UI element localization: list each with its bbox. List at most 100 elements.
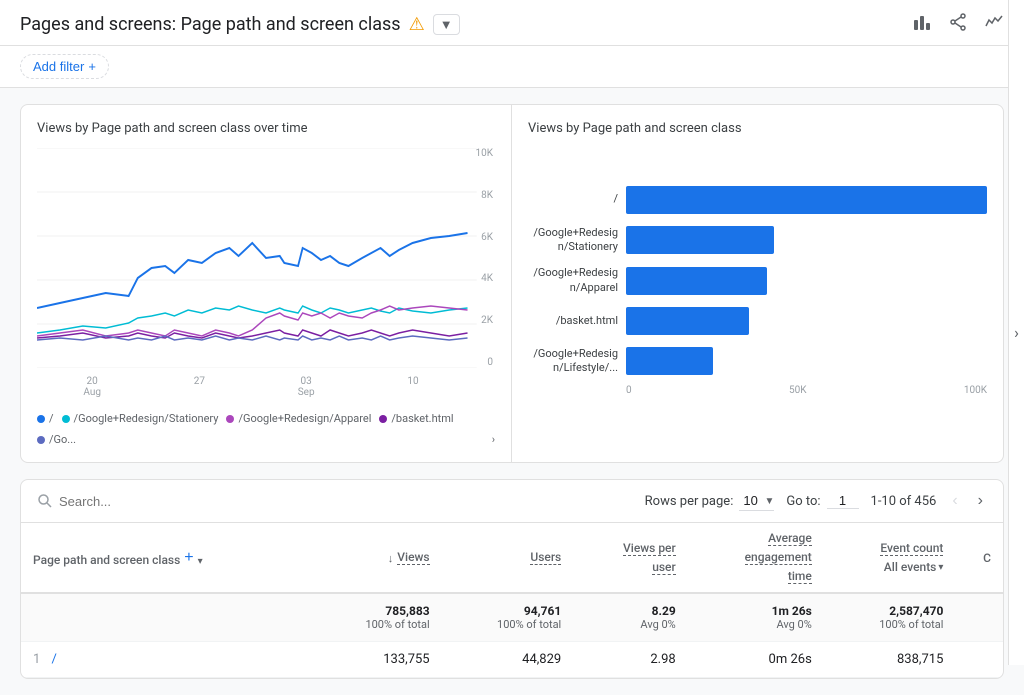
col-users: Users — [442, 523, 574, 593]
col-add-button[interactable]: + — [184, 549, 193, 567]
line-chart-area: 10K 8K 6K 4K 2K 0 20Aug 27 03Sep 10 — [37, 148, 495, 408]
bar-fill-stationery — [626, 226, 774, 254]
col-dropdown-icon[interactable]: ▾ — [198, 556, 203, 567]
add-filter-label: Add filter — [33, 59, 84, 74]
row-users: 44,829 — [442, 642, 574, 678]
row-views: 133,755 — [310, 642, 442, 678]
x-label-27: 27 — [194, 376, 205, 398]
add-filter-button[interactable]: Add filter + — [20, 54, 109, 79]
share-icon-button[interactable] — [948, 12, 968, 37]
bar-row-apparel: /Google+Redesign/Apparel — [528, 266, 987, 295]
title-row: Pages and screens: Page path and screen … — [20, 14, 460, 35]
totals-views: 785,883 100% of total — [310, 593, 442, 642]
search-input[interactable] — [59, 494, 259, 509]
col-views-per-user-label: Views per — [623, 541, 676, 556]
col-views-per-user-label2: user — [652, 560, 676, 575]
bar-row-lifestyle: /Google+Redesign/Lifestyle/... — [528, 347, 987, 376]
main-content: Views by Page path and screen class over… — [0, 88, 1024, 695]
totals-event-count: 2,587,470 100% of total — [824, 593, 956, 642]
table-row: 1 / 133,755 44,829 2.98 0m 26s 838,715 — [21, 642, 1003, 678]
page-range: 1-10 of 456 — [871, 494, 937, 509]
goto-label: Go to: — [786, 494, 820, 509]
x-label-aug20: 20Aug — [83, 376, 101, 398]
rows-per-page: Rows per page: 10 25 50 ▼ — [645, 491, 775, 511]
bar-chart-icon-button[interactable] — [912, 12, 932, 37]
rows-per-page-label: Rows per page: — [645, 494, 734, 509]
legend-item-root: / — [37, 412, 54, 425]
y-axis-labels: 10K 8K 6K 4K 2K 0 — [475, 148, 495, 368]
next-page-button[interactable]: › — [974, 488, 987, 514]
legend-item-basket: /basket.html — [379, 412, 453, 425]
x-label-sep03: 03Sep — [298, 376, 315, 398]
totals-label — [21, 593, 310, 642]
row-page-path: 1 / — [21, 642, 310, 678]
table-header-row: Page path and screen class + ▾ ↓ Views — [21, 523, 1003, 593]
legend-item-go: /Go... — [37, 433, 76, 446]
totals-extra — [955, 593, 1003, 642]
search-box — [37, 493, 259, 509]
goto-field: Go to: — [786, 493, 858, 509]
row-avg-engagement: 0m 26s — [688, 642, 824, 678]
header-icons — [912, 12, 1004, 37]
bar-fill-basket — [626, 307, 749, 335]
row-event-count: 838,715 — [824, 642, 956, 678]
totals-users: 94,761 100% of total — [442, 593, 574, 642]
totals-avg-engagement: 1m 26s Avg 0% — [688, 593, 824, 642]
col-avg-label1: Average — [768, 531, 812, 546]
col-views-label: Views — [397, 550, 429, 565]
add-filter-icon: + — [88, 59, 96, 74]
compare-icon-button[interactable] — [984, 12, 1004, 37]
page-title: Pages and screens: Page path and screen … — [20, 14, 401, 35]
col-extra-label: C — [983, 551, 991, 565]
bar-fill-apparel — [626, 267, 767, 295]
bar-fill-lifestyle — [626, 347, 713, 375]
totals-row: 785,883 100% of total 94,761 100% of tot… — [21, 593, 1003, 642]
line-chart-section: Views by Page path and screen class over… — [21, 105, 512, 462]
charts-row: Views by Page path and screen class over… — [20, 104, 1004, 463]
events-dropdown[interactable]: All events ▾ — [884, 560, 944, 574]
goto-input[interactable] — [827, 493, 859, 509]
col-event-count: Event count All events ▾ — [824, 523, 956, 593]
chart-legend: / /Google+Redesign/Stationery /Google+Re… — [37, 412, 495, 446]
legend-item-stationery: /Google+Redesign/Stationery — [62, 412, 219, 425]
filter-row: Add filter + — [0, 46, 1024, 88]
prev-page-button[interactable]: ‹ — [948, 488, 961, 514]
warning-icon: ⚠ — [409, 14, 425, 35]
bar-chart-title: Views by Page path and screen class — [528, 121, 987, 136]
col-page-path-label: Page path and screen class — [33, 553, 180, 567]
rows-per-page-select[interactable]: 10 25 50 — [739, 491, 774, 511]
line-chart-svg — [37, 148, 495, 368]
bar-row-basket: /basket.html — [528, 307, 987, 335]
table-section: Rows per page: 10 25 50 ▼ Go to: 1-10 of… — [20, 479, 1004, 679]
col-avg-label2: engagement — [745, 550, 812, 565]
col-page-path: Page path and screen class + ▾ — [21, 523, 310, 593]
events-dropdown-label: All events — [884, 560, 937, 574]
compare-icon — [984, 12, 1004, 32]
bar-fill-root — [626, 186, 987, 214]
col-views: ↓ Views — [310, 523, 442, 593]
bar-chart-area: / /Google+Redesign/Stationery /Google+Re… — [528, 148, 987, 428]
bar-chart-x-axis: 0 50K 100K — [626, 381, 987, 396]
col-extra: C — [955, 523, 1003, 593]
legend-dot-apparel — [226, 415, 234, 423]
bar-row-root: / — [528, 186, 987, 214]
legend-next-button[interactable]: › — [492, 433, 495, 446]
col-event-label: Event count — [880, 541, 943, 556]
legend-item-apparel: /Google+Redesign/Apparel — [226, 412, 371, 425]
bar-chart-section: Views by Page path and screen class / /G… — [512, 105, 1003, 462]
col-avg-label3: time — [788, 569, 812, 584]
search-icon — [37, 493, 53, 509]
page-header: Pages and screens: Page path and screen … — [0, 0, 1024, 46]
bar-row-stationery: /Google+Redesign/Stationery — [528, 226, 987, 255]
title-dropdown-button[interactable]: ▼ — [433, 14, 460, 35]
legend-dot-basket — [379, 415, 387, 423]
totals-views-per-user: 8.29 Avg 0% — [573, 593, 688, 642]
col-avg-engagement: Average engagement time — [688, 523, 824, 593]
row-extra — [955, 642, 1003, 678]
data-table: Page path and screen class + ▾ ↓ Views — [21, 523, 1003, 678]
x-axis-labels: 20Aug 27 03Sep 10 — [37, 376, 465, 398]
x-label-10: 10 — [407, 376, 418, 398]
col-views-per-user: Views per user — [573, 523, 688, 593]
bar-chart-icon — [912, 12, 932, 32]
table-controls: Rows per page: 10 25 50 ▼ Go to: 1-10 of… — [21, 480, 1003, 523]
